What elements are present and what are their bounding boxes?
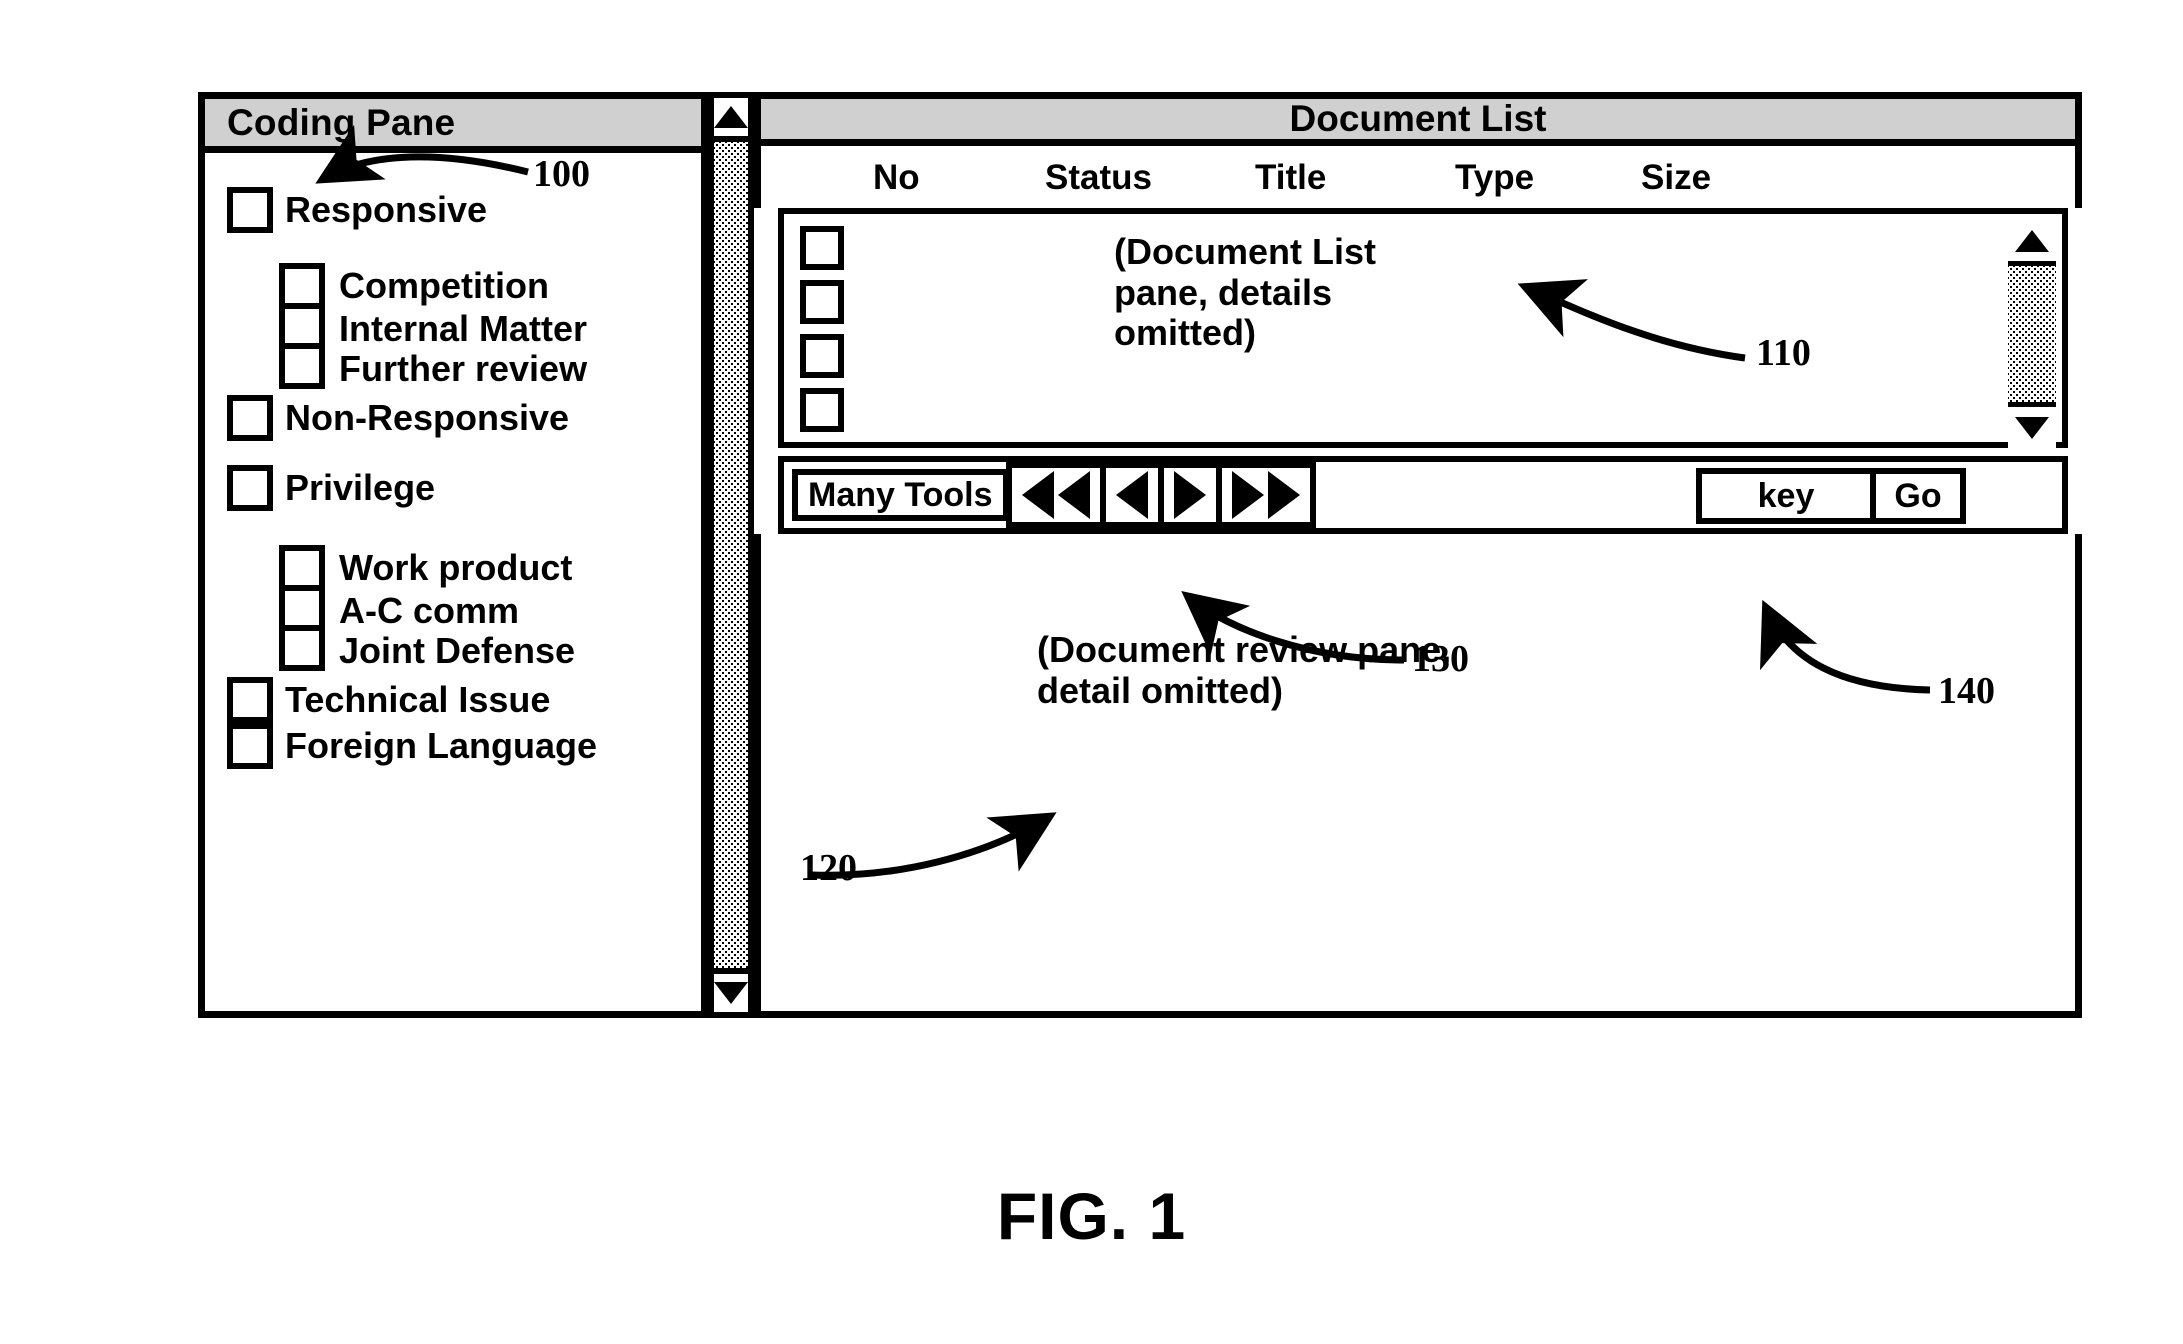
first-record-button[interactable]: [1012, 468, 1106, 522]
document-list-titlebar: Document List: [754, 92, 2082, 146]
column-header-size[interactable]: Size: [1641, 158, 1711, 198]
checkbox-label-technical-issue: Technical Issue: [285, 679, 551, 720]
checkbox-non-responsive[interactable]: [227, 395, 273, 441]
reference-number-130: 130: [1412, 638, 1469, 680]
document-review-pane: (Document review pane, detail omitted): [754, 534, 2082, 1018]
double-right-arrow-icon: [1268, 471, 1300, 519]
coding-pane-scrollbar[interactable]: [708, 92, 754, 1018]
scroll-down-button[interactable]: [714, 968, 748, 1012]
many-tools-button[interactable]: Many Tools: [792, 469, 1009, 521]
checkbox-foreign-language[interactable]: [227, 723, 273, 769]
next-record-button[interactable]: [1164, 468, 1222, 522]
checkbox-row-foreign-language[interactable]: Foreign Language: [227, 723, 597, 769]
checkbox-group-privilege-children: Work product A-C comm Joint Defense: [279, 545, 575, 671]
checkbox-privilege[interactable]: [227, 465, 273, 511]
scroll-up-button[interactable]: [2008, 220, 2056, 266]
checkbox-label-non-responsive: Non-Responsive: [285, 397, 570, 438]
checkbox-row-non-responsive[interactable]: Non-Responsive: [227, 395, 569, 441]
last-record-button[interactable]: [1222, 468, 1310, 522]
go-button[interactable]: Go: [1876, 474, 1960, 518]
document-list-column-headers: No Status Title Type Size: [754, 146, 2082, 208]
document-list-placeholder-note: (Document List pane, details omitted): [1114, 231, 1377, 354]
triangle-up-icon: [2015, 229, 2049, 252]
scroll-down-button[interactable]: [2008, 402, 2056, 448]
reference-number-140: 140: [1938, 670, 1995, 712]
column-header-type[interactable]: Type: [1455, 158, 1534, 198]
left-arrow-icon: [1116, 471, 1148, 519]
checkbox-row-joint-defense[interactable]: Joint Defense: [279, 625, 576, 671]
triangle-down-icon: [2015, 416, 2049, 439]
coding-pane: Coding Pane Responsive Competition Inter…: [198, 92, 708, 1018]
table-row-checkbox[interactable]: [800, 334, 844, 378]
right-arrow-icon: [1174, 471, 1206, 519]
column-header-status[interactable]: Status: [1045, 158, 1152, 198]
checkbox-label-foreign-language: Foreign Language: [285, 725, 598, 766]
checkbox-label-joint-defense: Joint Defense: [339, 630, 576, 671]
document-list-rows: [800, 226, 844, 442]
key-search-group: key Go: [1696, 468, 1966, 524]
column-header-no[interactable]: No: [873, 158, 920, 198]
document-toolbar: Many Tools key Go: [778, 456, 2068, 534]
previous-record-button[interactable]: [1106, 468, 1164, 522]
double-right-arrow-icon: [1232, 471, 1264, 519]
checkbox-row-responsive[interactable]: Responsive: [227, 187, 487, 233]
checkbox-label-ac-comm: A-C comm: [339, 590, 520, 631]
reference-number-120: 120: [800, 847, 857, 889]
table-row-checkbox[interactable]: [800, 388, 844, 432]
checkbox-row-further-review[interactable]: Further review: [279, 343, 588, 389]
coding-pane-body: Responsive Competition Internal Matter F…: [205, 153, 701, 1011]
checkbox-label-competition: Competition: [339, 265, 549, 306]
checkbox-row-privilege[interactable]: Privilege: [227, 465, 435, 511]
checkbox-responsive[interactable]: [227, 187, 273, 233]
scrollbar-track[interactable]: [2008, 266, 2056, 402]
coding-pane-title: Coding Pane: [227, 101, 456, 143]
checkbox-row-competition[interactable]: Competition: [279, 263, 587, 309]
scroll-up-button[interactable]: [714, 98, 748, 142]
checkbox-group-responsive-children: Competition Internal Matter Further revi…: [279, 263, 587, 389]
key-input[interactable]: key: [1702, 474, 1876, 518]
record-navigation-group: [1006, 462, 1316, 528]
column-header-title[interactable]: Title: [1255, 158, 1326, 198]
reference-number-100: 100: [533, 153, 590, 195]
table-row-checkbox[interactable]: [800, 280, 844, 324]
document-review-placeholder-note: (Document review pane, detail omitted): [1037, 629, 1452, 711]
document-list-title: Document List: [1289, 98, 1547, 139]
scrollbar-track[interactable]: [714, 142, 748, 968]
checkbox-row-technical-issue[interactable]: Technical Issue: [227, 677, 550, 723]
checkbox-joint-defense[interactable]: [279, 625, 325, 671]
application-window: Coding Pane Responsive Competition Inter…: [198, 92, 2082, 1018]
checkbox-label-privilege: Privilege: [285, 467, 436, 508]
reference-number-110: 110: [1756, 332, 1811, 374]
document-list-scrollbar[interactable]: [2008, 220, 2056, 448]
checkbox-technical-issue[interactable]: [227, 677, 273, 723]
checkbox-label-further-review: Further review: [339, 348, 588, 389]
triangle-down-icon: [714, 982, 748, 1004]
checkbox-label-internal-matter: Internal Matter: [339, 308, 588, 349]
table-row-checkbox[interactable]: [800, 226, 844, 270]
checkbox-label-work-product: Work product: [339, 547, 573, 588]
document-area: Document List No Status Title Type Size …: [754, 92, 2082, 1018]
many-tools-label: Many Tools: [808, 475, 993, 514]
checkbox-further-review[interactable]: [279, 343, 325, 389]
coding-pane-titlebar: Coding Pane: [205, 99, 701, 153]
checkbox-row-internal-matter[interactable]: Internal Matter: [279, 303, 588, 349]
document-list-body: (Document List pane, details omitted): [778, 208, 2068, 448]
triangle-up-icon: [714, 106, 748, 128]
double-left-arrow-icon: [1022, 471, 1054, 519]
checkbox-label-responsive: Responsive: [285, 189, 488, 230]
figure-caption: FIG. 1: [996, 1179, 1187, 1253]
double-left-arrow-icon: [1058, 471, 1090, 519]
